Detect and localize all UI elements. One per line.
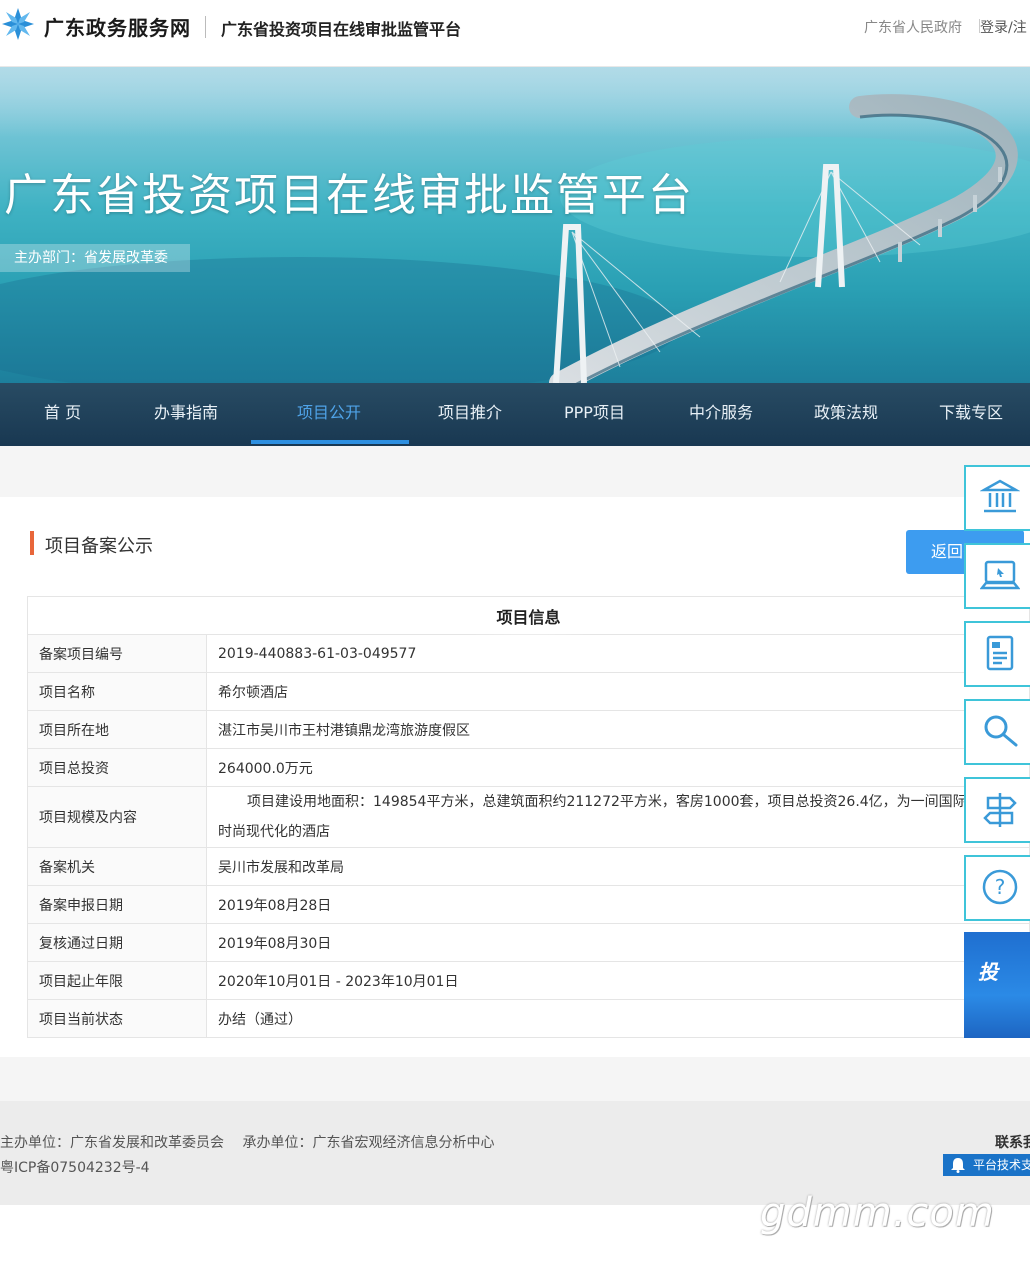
hero-banner: 广东省投资项目在线审批监管平台 主办部门：省发展改革委	[0, 67, 1030, 383]
row-label: 项目规模及内容	[27, 786, 207, 848]
image-artifact	[440, 628, 620, 672]
row-value: 希尔顿酒店	[206, 672, 1030, 711]
nav-item-home[interactable]: 首 页	[44, 383, 81, 446]
row-label: 项目总投资	[27, 748, 207, 787]
section-title: 项目备案公示	[45, 536, 153, 557]
platform-name[interactable]: 广东省投资项目在线审批监管平台	[221, 16, 461, 40]
help-icon: ?	[982, 869, 1018, 905]
row-label: 项目当前状态	[27, 999, 207, 1038]
footer-icp[interactable]: 粤ICP备07504232号-4	[0, 1157, 150, 1177]
row-label: 复核通过日期	[27, 923, 207, 962]
support-bell-icon	[951, 1158, 965, 1173]
watermark: gdmm.com	[760, 1190, 995, 1236]
float-tool-search[interactable]	[964, 699, 1030, 765]
svg-text:?: ?	[995, 875, 1006, 899]
gov-link[interactable]: 广东省人民政府	[864, 17, 962, 37]
float-promo-banner[interactable]: 投	[964, 932, 1030, 1038]
site-name[interactable]: 广东政务服务网	[44, 12, 191, 41]
row-value: 264000.0万元	[206, 748, 1030, 787]
table-row: 备案申报日期 2019年08月28日	[27, 885, 1030, 924]
nav-item-project-promo[interactable]: 项目推介	[438, 383, 502, 446]
row-label: 备案机关	[27, 847, 207, 886]
table-row: 复核通过日期 2019年08月30日	[27, 923, 1030, 962]
row-value: 2019年08月28日	[206, 885, 1030, 924]
table-row: 项目总投资 264000.0万元	[27, 748, 1030, 787]
table-row: 项目名称 希尔顿酒店	[27, 672, 1030, 711]
float-tool-guide[interactable]	[964, 777, 1030, 843]
nav-item-policy[interactable]: 政策法规	[814, 383, 878, 446]
site-logo-icon[interactable]	[0, 6, 36, 42]
row-label: 项目所在地	[27, 710, 207, 749]
header-divider	[205, 16, 206, 38]
row-value: 项目建设用地面积：149854平方米，总建筑面积约211272平方米，客房100…	[206, 786, 1030, 848]
nav-item-project-public[interactable]: 项目公开	[297, 383, 361, 446]
row-label: 备案申报日期	[27, 885, 207, 924]
nav-item-ppp[interactable]: PPP项目	[564, 383, 625, 446]
row-value: 2020年10月01日 - 2023年10月01日	[206, 961, 1030, 1000]
main-nav: 首 页 办事指南 项目公开 项目推介 PPP项目 中介服务 政策法规 下载专区	[0, 383, 1030, 446]
row-label: 项目名称	[27, 672, 207, 711]
nav-active-indicator	[251, 440, 409, 444]
table-row: 项目规模及内容 项目建设用地面积：149854平方米，总建筑面积约211272平…	[27, 786, 1030, 848]
nav-item-download[interactable]: 下载专区	[939, 383, 1003, 446]
row-value: 吴川市发展和改革局	[206, 847, 1030, 886]
bridge-illustration	[0, 67, 1030, 383]
nav-item-agency[interactable]: 中介服务	[689, 383, 753, 446]
login-link[interactable]: 登录/注	[980, 17, 1027, 37]
float-tool-government[interactable]	[964, 465, 1030, 531]
banner-title: 广东省投资项目在线审批监管平台	[4, 170, 694, 221]
signpost-icon	[983, 793, 1017, 827]
banner-department-badge: 主办部门：省发展改革委	[0, 244, 190, 272]
float-tool-document[interactable]	[964, 621, 1030, 687]
table-row: 备案机关 吴川市发展和改革局	[27, 847, 1030, 886]
footer-host-info: 主办单位：广东省发展和改革委员会 承办单位：广东省宏观经济信息分析中心	[0, 1135, 495, 1151]
top-bar: 广东政务服务网 广东省投资项目在线审批监管平台 广东省人民政府 登录/注	[0, 0, 1030, 67]
table-row: 项目当前状态 办结（通过）	[27, 999, 1030, 1038]
document-icon	[986, 635, 1014, 671]
row-value: 湛江市吴川市王村港镇鼎龙湾旅游度假区	[206, 710, 1030, 749]
section-marker	[30, 531, 34, 555]
table-row: 项目起止年限 2020年10月01日 - 2023年10月01日	[27, 961, 1030, 1000]
search-icon	[984, 715, 1018, 747]
row-label: 项目起止年限	[27, 961, 207, 1000]
promo-headline: 投	[978, 960, 998, 984]
computer-icon	[980, 560, 1020, 590]
row-value: 2019年08月30日	[206, 923, 1030, 962]
float-tool-online[interactable]	[964, 543, 1030, 609]
table-row: 项目所在地 湛江市吴川市王村港镇鼎龙湾旅游度假区	[27, 710, 1030, 749]
footer-contact[interactable]: 联系我	[995, 1132, 1030, 1152]
nav-item-guide[interactable]: 办事指南	[154, 383, 218, 446]
float-tool-help[interactable]: ?	[964, 855, 1030, 921]
government-building-icon	[980, 479, 1020, 513]
row-value: 办结（通过）	[206, 999, 1030, 1038]
row-label: 备案项目编号	[27, 634, 207, 673]
